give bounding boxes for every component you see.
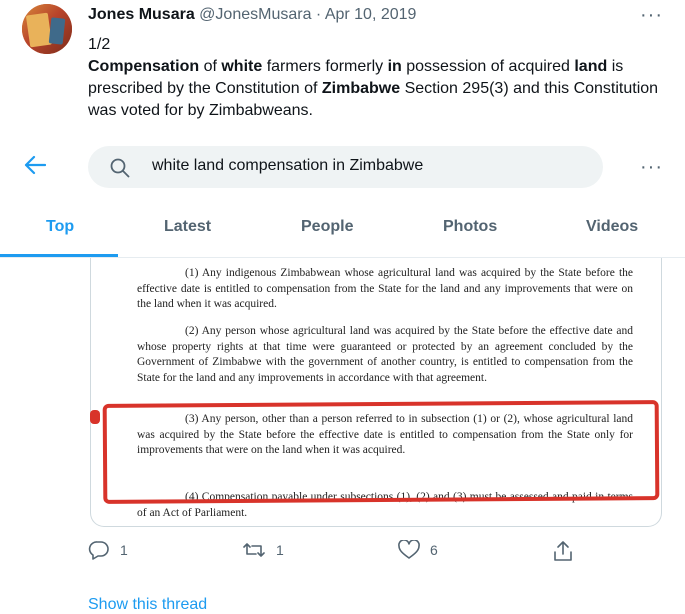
tweet-text-segment: possession of acquired — [401, 58, 575, 75]
tab-top[interactable]: Top — [46, 218, 74, 236]
tweet-date[interactable]: Apr 10, 2019 — [325, 6, 417, 23]
show-thread-link[interactable]: Show this thread — [88, 596, 207, 614]
search-row: white land compensation in Zimbabwe ··· — [0, 140, 685, 198]
thread-index: 1/2 — [88, 36, 111, 53]
reply-button[interactable]: 1 — [88, 540, 128, 560]
avatar[interactable] — [22, 4, 72, 54]
tab-videos[interactable]: Videos — [586, 218, 638, 236]
tab-latest[interactable]: Latest — [164, 218, 211, 236]
retweet-icon — [243, 543, 265, 557]
search-tabs: Top Latest People Photos Videos — [0, 205, 685, 258]
tweet-text: 1/2 Compensation of white farmers former… — [88, 34, 668, 122]
tweet-keyword: land — [574, 58, 608, 75]
tweet-keyword: white — [221, 58, 263, 75]
heart-icon — [398, 540, 420, 559]
search-query[interactable]: white land compensation in Zimbabwe — [152, 157, 423, 175]
header-separator: · — [315, 6, 322, 23]
search-input[interactable]: white land compensation in Zimbabwe — [88, 146, 603, 188]
tab-people[interactable]: People — [301, 218, 353, 236]
tweet-image[interactable]: (1) Any indigenous Zimbabwean whose agri… — [90, 258, 662, 527]
like-count: 6 — [430, 542, 438, 558]
tweet-header: Jones Musara @JonesMusara · Apr 10, 2019 — [88, 6, 416, 24]
red-highlight-box — [102, 400, 660, 504]
tweet-keyword: in — [387, 58, 402, 75]
share-button[interactable] — [552, 540, 574, 562]
like-button[interactable]: 6 — [398, 540, 438, 560]
more-dots-icon[interactable]: ··· — [640, 5, 663, 25]
search-more-dots-icon[interactable]: ··· — [640, 157, 663, 177]
author-handle[interactable]: @JonesMusara — [199, 6, 311, 23]
tweet-body: Compensation of white farmers formerly i… — [88, 56, 668, 122]
tweet-keyword: Zimbabwe — [321, 80, 401, 97]
tweet-keyword: Compensation — [88, 58, 200, 75]
document-paragraph-2: (2) Any person whose agricultural land w… — [137, 325, 633, 384]
back-arrow-icon[interactable] — [24, 154, 47, 182]
author-name[interactable]: Jones Musara — [88, 6, 195, 23]
active-tab-indicator — [0, 254, 118, 257]
tweet-text-segment: farmers formerly — [262, 58, 388, 75]
avatar-book-shape-2 — [48, 17, 66, 45]
reply-icon — [88, 541, 109, 560]
tab-photos[interactable]: Photos — [443, 218, 497, 236]
tweet-text-segment: of — [199, 58, 222, 75]
red-pen-mark — [90, 410, 100, 424]
tweet-actions: 1 1 6 — [0, 540, 685, 570]
retweet-button[interactable]: 1 — [242, 540, 284, 560]
retweet-count: 1 — [276, 542, 284, 558]
search-icon — [110, 158, 130, 178]
reply-count: 1 — [120, 542, 128, 558]
share-icon — [554, 541, 572, 561]
document-paragraph-1: (1) Any indigenous Zimbabwean whose agri… — [137, 267, 633, 311]
